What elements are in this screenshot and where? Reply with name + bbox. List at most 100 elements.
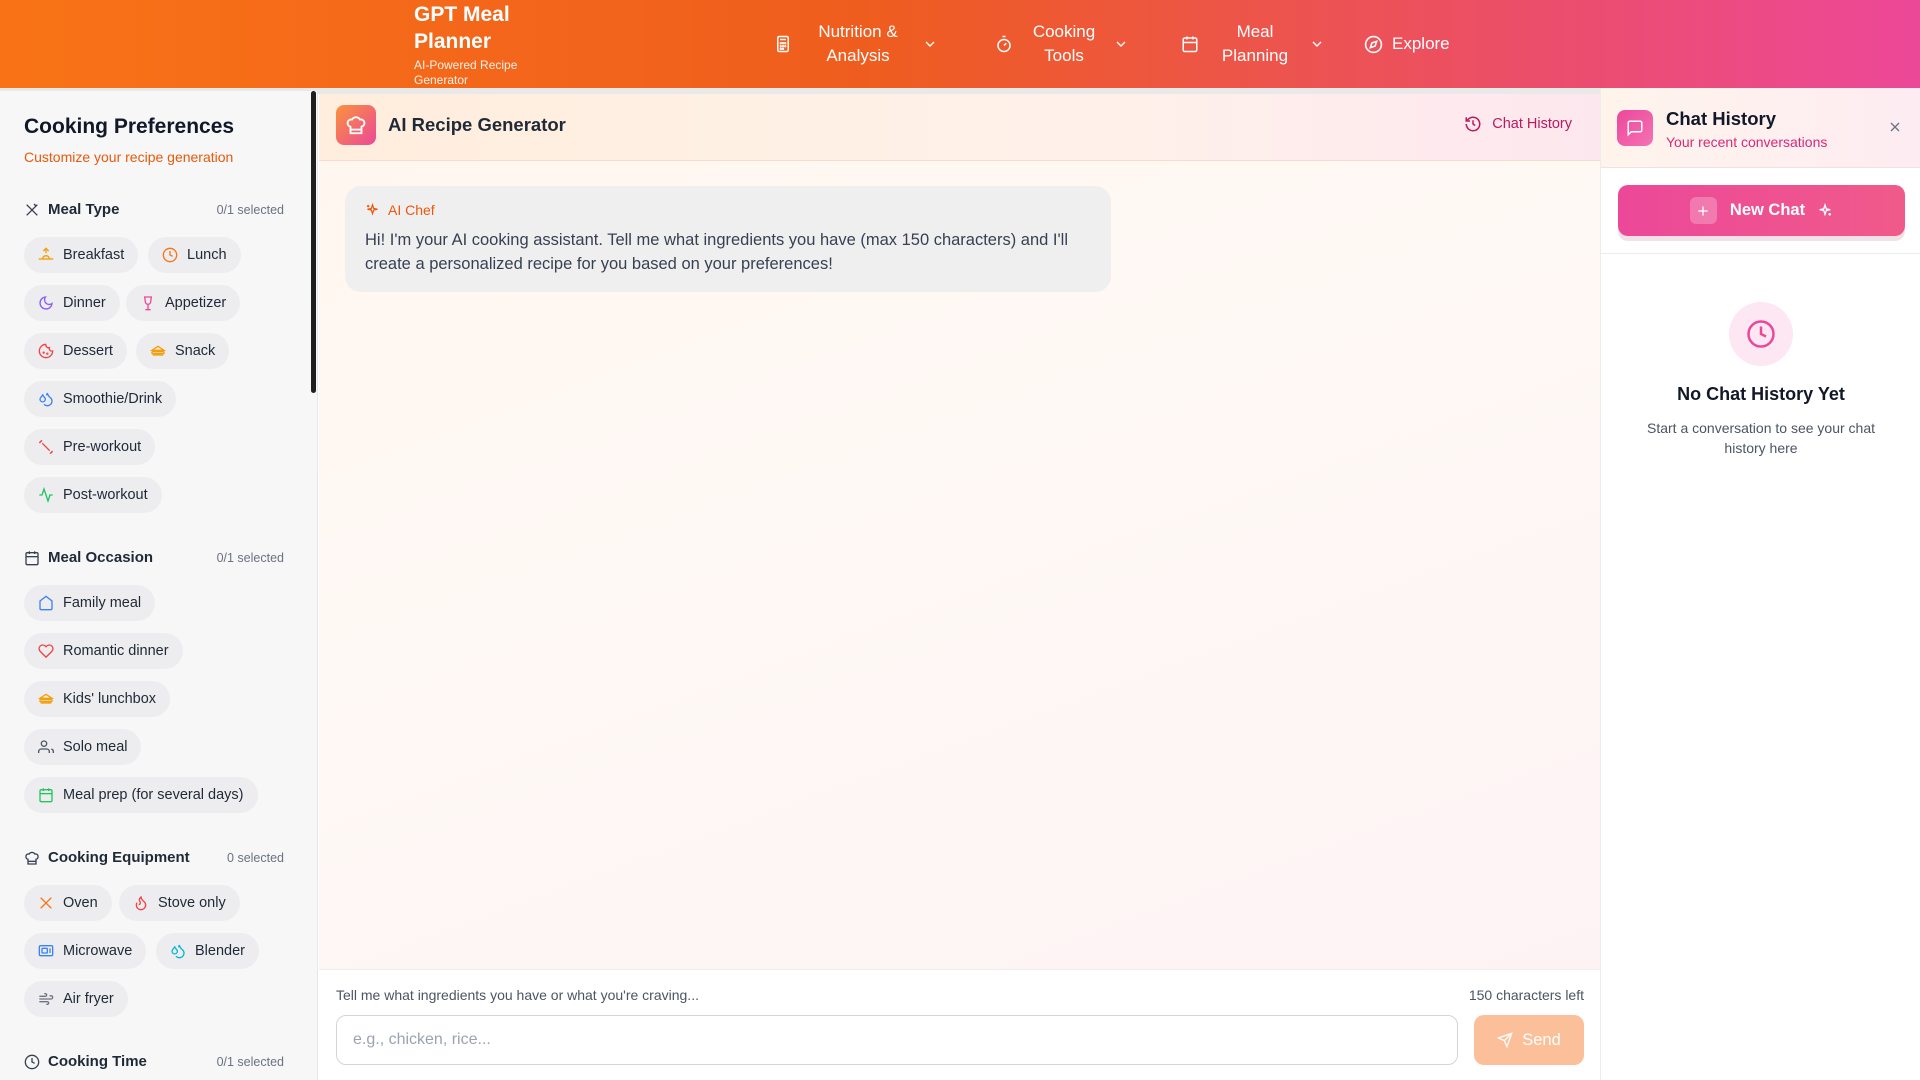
cookie-icon — [38, 343, 54, 359]
message-square-icon — [1617, 110, 1653, 146]
chip-label: Lunch — [187, 247, 227, 263]
close-icon[interactable] — [1887, 119, 1903, 140]
chip-air-fryer[interactable]: Air fryer — [24, 981, 128, 1017]
chip-snack[interactable]: Snack — [136, 333, 230, 369]
chip-label: Solo meal — [63, 739, 128, 755]
sidebar-scrollbar[interactable] — [311, 91, 316, 393]
section-meal-occasion: Meal Occasion 0/1 selected — [24, 549, 284, 566]
home-icon — [39, 595, 53, 611]
clock-icon — [24, 1054, 40, 1069]
selection-count: 0 selected — [227, 850, 284, 865]
sparkles-icon — [366, 202, 378, 216]
send-label: Send — [1522, 1030, 1561, 1049]
selection-count: 0/1 selected — [216, 550, 284, 565]
nav-nutrition-analysis[interactable]: Nutrition & Analysis — [772, 20, 938, 68]
sparkles-icon — [1819, 202, 1832, 216]
chip-microwave[interactable]: Microwave — [24, 933, 147, 969]
heart-icon — [38, 644, 54, 659]
plus-icon — [1689, 197, 1717, 224]
chip-label: Pre-workout — [63, 439, 142, 455]
section-label: Meal Occasion — [48, 549, 154, 566]
chip-label: Kids' lunchbox — [63, 691, 157, 707]
panel-subtitle: Your recent conversations — [1666, 134, 1828, 150]
flame-icon — [135, 895, 147, 911]
nav-label: Meal Planning — [1221, 22, 1289, 65]
wind-icon — [39, 993, 54, 1005]
section-label: Cooking Equipment — [48, 849, 190, 866]
chip-post-workout[interactable]: Post-workout — [24, 477, 162, 513]
wine-icon — [143, 296, 153, 311]
empty-state-text: Start a conversation to see your chat hi… — [1646, 420, 1875, 456]
chip-kids-lunchbox[interactable]: Kids' lunchbox — [24, 681, 171, 717]
chat-main: AI Recipe Generator Chat History AI Chef… — [319, 94, 1600, 1080]
nav-label: Cooking Tools — [1032, 22, 1096, 65]
brand[interactable]: GPT Meal Planner AI-Powered Recipe Gener… — [414, 0, 564, 88]
chip-stove-only[interactable]: Stove only — [119, 885, 240, 921]
characters-left: 150 characters left — [1468, 987, 1584, 1003]
utensils-icon — [26, 203, 38, 216]
clock-icon — [162, 247, 178, 263]
send-button[interactable]: Send — [1474, 1015, 1584, 1065]
panel-header: Chat History Your recent conversations — [1601, 88, 1920, 168]
chip-label: Dessert — [63, 343, 113, 359]
nav-label: Explore — [1392, 34, 1450, 53]
chat-history-button[interactable]: Chat History — [1464, 115, 1572, 133]
nav-meal-planning[interactable]: Meal Planning — [1179, 20, 1325, 68]
calendar-icon — [1179, 33, 1201, 55]
chef-hat-icon — [336, 105, 376, 145]
chip-dessert[interactable]: Dessert — [24, 333, 127, 369]
author-name: AI Chef — [388, 202, 435, 218]
calculator-icon — [772, 33, 794, 55]
chevron-down-icon — [925, 41, 935, 47]
chip-label: Post-workout — [63, 487, 148, 503]
chip-dinner[interactable]: Dinner — [24, 285, 120, 321]
dumbbell-icon — [38, 439, 54, 455]
new-chat-button[interactable]: New Chat — [1618, 185, 1905, 236]
chip-label: Snack — [175, 343, 216, 359]
chat-history-panel: Chat History Your recent conversations N… — [1600, 88, 1920, 1080]
utensils-crossed-icon — [40, 897, 52, 909]
chip-meal-prep[interactable]: Meal prep (for several days) — [24, 777, 258, 813]
preferences-sidebar: Cooking Preferences Customize your recip… — [0, 91, 318, 1080]
section-cooking-time: Cooking Time 0/1 selected — [24, 1053, 284, 1070]
chip-label: Dinner — [63, 295, 106, 311]
message-composer: Tell me what ingredients you have or wha… — [319, 969, 1600, 1080]
ingredients-input[interactable] — [336, 1015, 1458, 1065]
message-text: Hi! I'm your AI cooking assistant. Tell … — [365, 231, 1068, 273]
brand-title: GPT Meal Planner — [414, 3, 510, 53]
composer-hint: Tell me what ingredients you have or wha… — [336, 987, 699, 1003]
chip-label: Meal prep (for several days) — [63, 787, 244, 803]
chip-breakfast[interactable]: Breakfast — [24, 237, 139, 273]
nav-explore[interactable]: Explore — [1362, 32, 1450, 56]
chip-romantic-dinner[interactable]: Romantic dinner — [24, 633, 183, 669]
chip-label: Appetizer — [165, 295, 227, 311]
sidebar-subtitle: Customize your recipe generation — [24, 149, 234, 165]
chip-solo-meal[interactable]: Solo meal — [24, 729, 142, 765]
nav-cooking-tools[interactable]: Cooking Tools — [993, 20, 1129, 68]
sandwich-icon — [150, 345, 166, 356]
compass-icon — [1362, 33, 1384, 55]
chip-appetizer[interactable]: Appetizer — [126, 285, 241, 321]
top-navigation-bar: GPT Meal Planner AI-Powered Recipe Gener… — [0, 0, 1920, 88]
nav-label: Nutrition & Analysis — [818, 22, 898, 65]
chevron-down-icon — [1312, 41, 1322, 47]
chip-label: Microwave — [63, 943, 133, 959]
chef-hat-icon — [25, 851, 39, 865]
chip-family-meal[interactable]: Family meal — [24, 585, 156, 621]
chip-pre-workout[interactable]: Pre-workout — [24, 429, 156, 465]
chat-header: AI Recipe Generator Chat History — [319, 94, 1600, 161]
chip-lunch[interactable]: Lunch — [148, 237, 241, 273]
selection-count: 0/1 selected — [216, 202, 284, 217]
sidebar-title: Cooking Preferences — [24, 115, 235, 138]
sandwich-icon — [38, 693, 54, 704]
message-author: AI Chef — [365, 202, 1091, 218]
chip-label: Family meal — [63, 595, 142, 611]
timer-icon — [993, 33, 1015, 55]
chip-label: Blender — [195, 943, 245, 959]
chip-blender[interactable]: Blender — [156, 933, 259, 969]
sunrise-icon — [38, 247, 54, 260]
clock-icon — [1729, 302, 1793, 366]
chip-oven[interactable]: Oven — [24, 885, 112, 921]
droplets-icon — [39, 392, 53, 407]
chip-smoothie-drink[interactable]: Smoothie/Drink — [24, 381, 177, 417]
